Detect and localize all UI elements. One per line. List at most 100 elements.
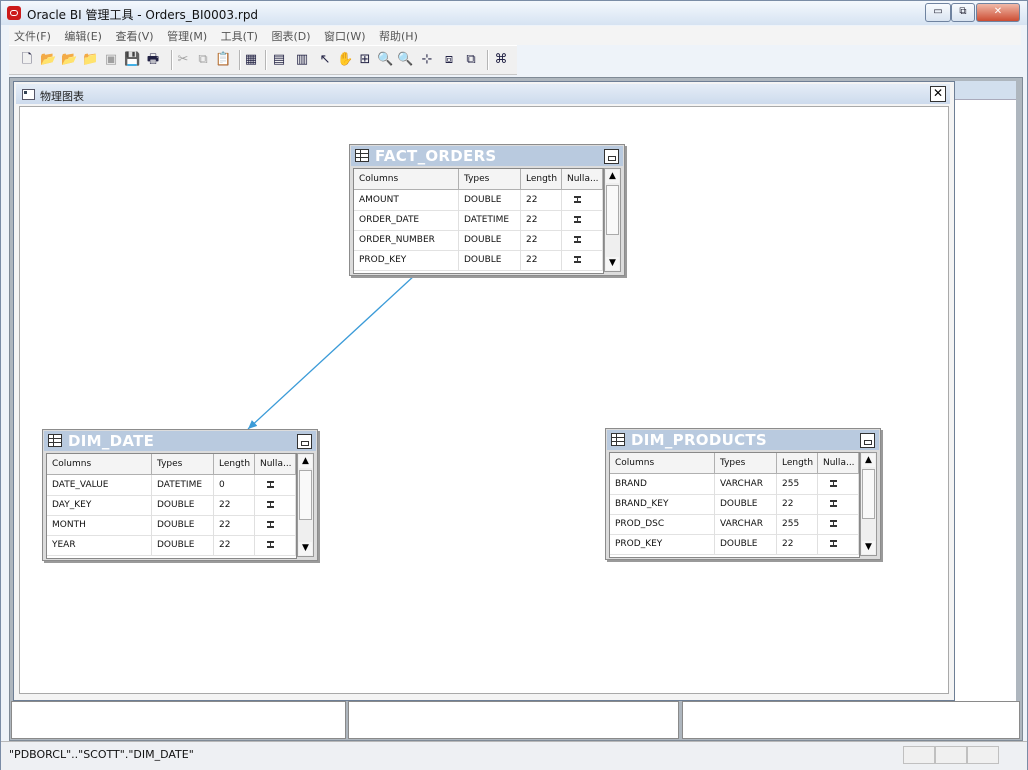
table-row[interactable]: MONTH DOUBLE 22	[47, 515, 296, 536]
diagram-view-icon[interactable]: ▦	[243, 52, 259, 68]
zoom-out-icon[interactable]: 🔍	[397, 52, 413, 68]
table-row[interactable]: DATE_VALUE DATETIME 0	[47, 475, 296, 496]
zoom-fit-icon[interactable]: ⊞	[357, 52, 373, 68]
column-header[interactable]: Length	[521, 169, 562, 189]
column-header[interactable]: Columns	[354, 169, 459, 189]
nullable-icon	[574, 256, 581, 263]
table-header[interactable]: DIM_DATE	[44, 431, 316, 451]
scroll-thumb[interactable]	[606, 185, 619, 235]
background-window-title	[953, 81, 1016, 100]
title-bar[interactable]: Oracle BI 管理工具 - Orders_BI0003.rpd ▭ ⧉ ✕	[1, 1, 1027, 25]
minimize-button[interactable]: ▭	[925, 3, 951, 22]
diagram-canvas[interactable]: FACT_ORDERS Columns Types Length Nulla... AMO…	[19, 106, 949, 694]
collapse-icon[interactable]: ⧈	[441, 52, 457, 68]
select-pointer-icon[interactable]: ↖	[317, 52, 333, 68]
menu-diagram[interactable]: 图表(D)	[266, 26, 315, 46]
scroll-up-arrow-icon[interactable]: ▲	[299, 455, 312, 468]
new-join-icon[interactable]: ▥	[294, 52, 310, 68]
menu-help[interactable]: 帮助(H)	[374, 26, 423, 46]
table-cell: DOUBLE	[715, 494, 777, 514]
table-cell: 22	[214, 535, 255, 555]
scroll-down-arrow-icon[interactable]: ▼	[299, 542, 312, 555]
column-header[interactable]: Types	[459, 169, 521, 189]
column-header[interactable]: Types	[152, 454, 214, 474]
print-icon[interactable]: 🖶	[145, 52, 161, 68]
menu-edit[interactable]: 编辑(E)	[59, 26, 107, 46]
open-cache-icon[interactable]: 📁	[82, 52, 98, 68]
column-header[interactable]: Nulla...	[818, 453, 859, 473]
column-header[interactable]: Columns	[47, 454, 152, 474]
table-row[interactable]: ORDER_DATE DATETIME 22	[354, 210, 603, 231]
join-line-fact-orders-dim-date[interactable]	[247, 274, 416, 430]
table-header[interactable]: DIM_PRODUCTS	[607, 430, 879, 450]
menu-view[interactable]: 查看(V)	[110, 26, 158, 46]
save-icon[interactable]: 💾	[124, 52, 140, 68]
table-row[interactable]: AMOUNT DOUBLE 22	[354, 190, 603, 211]
table-fact-orders[interactable]: FACT_ORDERS Columns Types Length Nulla... AMO…	[349, 144, 625, 276]
table-row[interactable]: PROD_KEY DOUBLE 22	[610, 534, 859, 555]
bottom-pane-right[interactable]	[682, 701, 1020, 739]
table-dim-products[interactable]: DIM_PRODUCTS Columns Types Length Nulla... BR…	[605, 428, 881, 560]
nullable-cell	[562, 190, 603, 210]
table-cell: DOUBLE	[715, 534, 777, 554]
cut-icon[interactable]: ✂	[175, 52, 191, 68]
minimize-table-button[interactable]	[604, 149, 619, 164]
table-scrollbar[interactable]: ▲ ▼	[860, 452, 877, 556]
table-dim-date[interactable]: DIM_DATE Columns Types Length Nulla... DATE_V…	[42, 429, 318, 561]
new-icon[interactable]: 🗋	[19, 52, 35, 68]
grid-snap-icon[interactable]: ⊹	[419, 52, 435, 68]
bottom-pane-left[interactable]	[11, 701, 346, 739]
table-row[interactable]: PROD_KEY DOUBLE 22	[354, 250, 603, 271]
paste-icon[interactable]: 📋	[215, 52, 231, 68]
open-online-icon[interactable]: 📂	[61, 52, 77, 68]
menu-tools[interactable]: 工具(T)	[216, 26, 263, 46]
table-row[interactable]: ORDER_NUMBER DOUBLE 22	[354, 230, 603, 251]
minimize-table-button[interactable]	[297, 434, 312, 449]
nullable-cell	[818, 474, 859, 494]
diagram-title-bar[interactable]: 物理图表 ✕	[16, 84, 950, 104]
scroll-up-arrow-icon[interactable]: ▲	[862, 454, 875, 467]
column-header[interactable]: Nulla...	[562, 169, 603, 189]
columns-grid[interactable]: Columns Types Length Nulla... DATE_VALUE DATE…	[46, 453, 297, 559]
auto-layout-icon[interactable]: ⌘	[493, 52, 509, 68]
table-row[interactable]: YEAR DOUBLE 22	[47, 535, 296, 556]
expand-icon[interactable]: ⧉	[463, 52, 479, 68]
columns-grid[interactable]: Columns Types Length Nulla... AMOUNT DOUBLE 22…	[353, 168, 604, 274]
restore-button[interactable]: ⧉	[951, 3, 975, 22]
column-header[interactable]: Nulla...	[255, 454, 296, 474]
column-header[interactable]: Columns	[610, 453, 715, 473]
column-header[interactable]: Types	[715, 453, 777, 473]
scroll-down-arrow-icon[interactable]: ▼	[606, 257, 619, 270]
scroll-up-arrow-icon[interactable]: ▲	[606, 170, 619, 183]
bottom-pane-middle[interactable]	[348, 701, 679, 739]
table-scrollbar[interactable]: ▲ ▼	[297, 453, 314, 557]
table-scrollbar[interactable]: ▲ ▼	[604, 168, 621, 272]
table-row[interactable]: DAY_KEY DOUBLE 22	[47, 495, 296, 516]
table-row[interactable]: PROD_DSC VARCHAR 255	[610, 514, 859, 535]
table-row[interactable]: BRAND_KEY DOUBLE 22	[610, 494, 859, 515]
nullable-icon	[267, 541, 274, 548]
column-header[interactable]: Length	[777, 453, 818, 473]
new-table-icon[interactable]: ▤	[271, 52, 287, 68]
pan-hand-icon[interactable]: ✋	[337, 52, 353, 68]
menu-manage[interactable]: 管理(M)	[162, 26, 212, 46]
close-window-button[interactable]: ✕	[976, 3, 1020, 22]
diagram-close-button[interactable]: ✕	[930, 86, 946, 102]
background-window[interactable]	[953, 81, 1016, 701]
scroll-thumb[interactable]	[862, 469, 875, 519]
nullable-cell	[818, 494, 859, 514]
menu-window[interactable]: 窗口(W)	[319, 26, 370, 46]
minimize-table-button[interactable]	[860, 433, 875, 448]
close-file-icon[interactable]: ▣	[103, 52, 119, 68]
columns-grid[interactable]: Columns Types Length Nulla... BRAND VARCHAR 25…	[609, 452, 860, 558]
copy-icon[interactable]: ⧉	[195, 52, 211, 68]
scroll-thumb[interactable]	[299, 470, 312, 520]
table-row[interactable]: BRAND VARCHAR 255	[610, 474, 859, 495]
scroll-down-arrow-icon[interactable]: ▼	[862, 541, 875, 554]
menu-file[interactable]: 文件(F)	[9, 26, 56, 46]
column-header[interactable]: Length	[214, 454, 255, 474]
table-header[interactable]: FACT_ORDERS	[351, 146, 623, 166]
zoom-in-icon[interactable]: 🔍	[377, 52, 393, 68]
toolbar-separator	[239, 50, 241, 70]
open-icon[interactable]: 📂	[40, 52, 56, 68]
